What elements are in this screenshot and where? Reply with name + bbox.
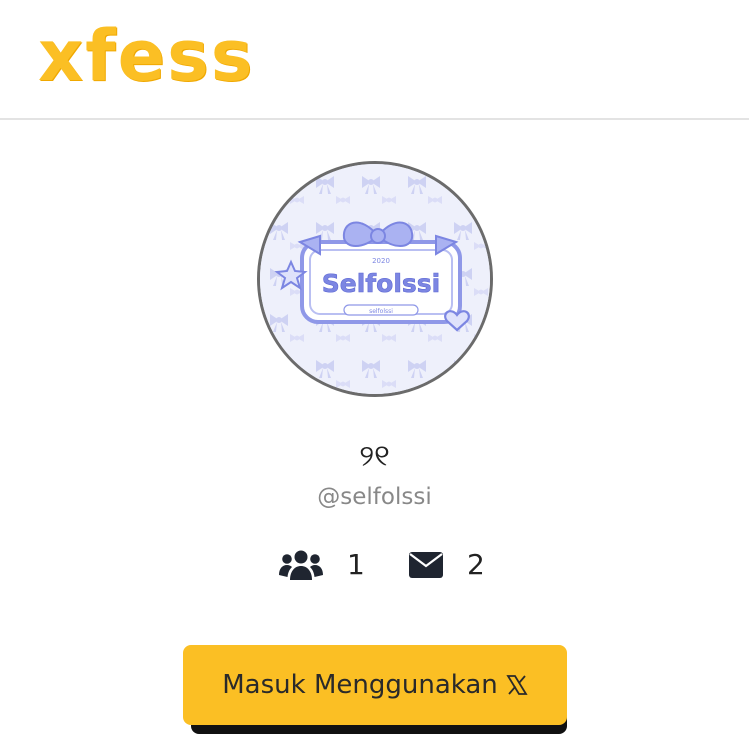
avatar-image: 2020 Selfolssi selfolssi xyxy=(260,164,490,394)
username-handle: @selfolssi xyxy=(317,484,432,510)
envelope-icon xyxy=(409,552,443,578)
followers-count: 1 xyxy=(347,548,365,581)
followers-stat: 1 xyxy=(279,545,365,585)
header: xfess xyxy=(0,0,749,120)
messages-stat: 2 xyxy=(409,545,485,585)
app-logo[interactable]: xfess xyxy=(38,6,254,106)
avatar-tag: selfolssi xyxy=(369,308,393,315)
avatar-year: 2020 xyxy=(372,257,390,265)
login-button-label: Masuk Menggunakan xyxy=(222,670,498,700)
login-button-wrapper: Masuk Menggunakan xyxy=(183,645,569,734)
x-logo-icon xyxy=(506,674,528,696)
login-with-x-button[interactable]: Masuk Menggunakan xyxy=(183,645,567,725)
messages-count: 2 xyxy=(467,548,485,581)
display-name: ୨୧ xyxy=(359,439,390,474)
page: xfess 2020 Selfolssi selfolssi ୨୧ @selfo… xyxy=(0,0,749,749)
profile-avatar: 2020 Selfolssi selfolssi xyxy=(257,161,493,397)
users-icon xyxy=(279,549,323,581)
avatar-title: Selfolssi xyxy=(322,269,440,298)
